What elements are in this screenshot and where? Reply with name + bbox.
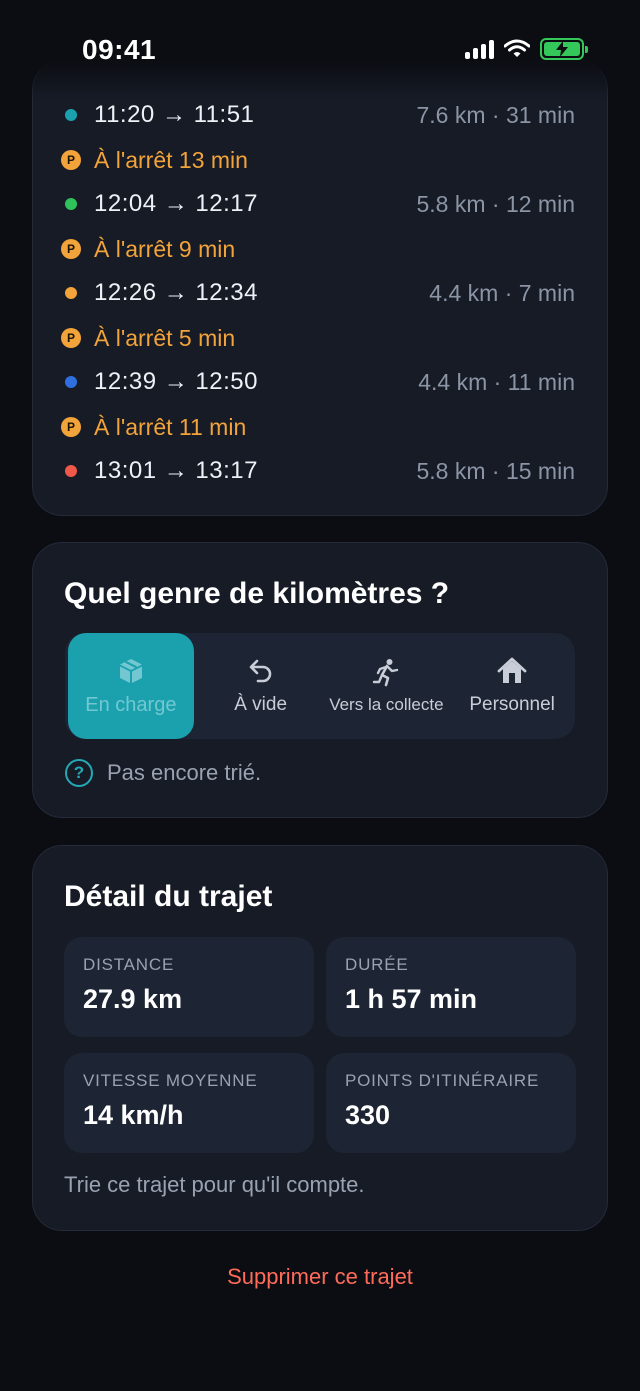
kind-option-personnel[interactable]: Personnel [449,633,575,739]
undo-arrow-icon [249,659,271,683]
segment-info: 5.8 km · 12 min [416,190,576,217]
segment-dot [65,198,77,210]
kind-title: Quel genre de kilomètres ? [64,577,450,610]
stop-text: À l'arrêt 9 min [94,235,236,262]
parking-icon: P [61,150,81,170]
kind-option-label: En charge [85,693,177,716]
kind-card: Quel genre de kilomètres ? En charge À v… [32,542,608,818]
segment-row[interactable]: 11:20 → 11:51 7.6 km · 31 min [61,95,575,135]
stat-value: 1 h 57 min [345,984,478,1014]
segment-time: 11:20 → 11:51 [94,101,255,128]
stop-row: P À l'arrêt 11 min [61,407,575,447]
trip-detail-card: Détail du trajet DISTANCE 27.9 km DURÉE … [32,845,608,1231]
stat-label: POINTS D'ITINÉRAIRE [345,1071,540,1090]
hint-text: Pas encore trié. [107,760,262,785]
status-bar: 09:41 [0,0,640,100]
stat-label: VITESSE MOYENNE [83,1071,258,1090]
segment-info: 4.4 km · 7 min [429,279,575,306]
segment-row[interactable]: 12:39 → 12:50 4.4 km · 11 min [61,362,575,402]
segment-time: 13:01 → 13:17 [94,457,258,484]
segment-dot [65,287,77,299]
kind-option-en-charge[interactable]: En charge [68,633,194,739]
question-circle-icon: ? [65,759,93,787]
detail-footer-text: Trie ce trajet pour qu'il compte. [64,1172,365,1197]
stat-value: 27.9 km [83,984,183,1014]
detail-title: Détail du trajet [64,880,273,913]
cellular-signal-icon [465,39,494,59]
runner-icon [373,659,399,687]
stat-label: DURÉE [345,955,409,974]
delete-trip-button[interactable]: Supprimer ce trajet [0,1264,640,1290]
stat-route-points: POINTS D'ITINÉRAIRE 330 [326,1053,576,1153]
battery-charging-icon [540,38,588,60]
stat-value: 14 km/h [83,1100,184,1130]
sort-hint: ? Pas encore trié. [65,759,261,787]
status-icons [465,38,588,60]
stat-duration: DURÉE 1 h 57 min [326,937,576,1037]
stop-text: À l'arrêt 11 min [94,413,247,440]
segment-info: 5.8 km · 15 min [416,457,576,484]
stop-row: P À l'arrêt 13 min [61,140,575,180]
kind-option-label: À vide [234,694,288,715]
segment-row[interactable]: 13:01 → 13:17 5.8 km · 15 min [61,451,575,491]
stat-value: 330 [345,1100,391,1130]
segment-dot [65,109,77,121]
segment-row[interactable]: 12:26 → 12:34 4.4 km · 7 min [61,273,575,313]
stop-text: À l'arrêt 5 min [94,324,236,351]
stat-distance: DISTANCE 27.9 km [64,937,314,1037]
segment-dot [65,376,77,388]
wifi-icon [504,39,530,57]
parking-icon: P [61,417,81,437]
segment-dot [65,465,77,477]
segment-row[interactable]: 12:04 → 12:17 5.8 km · 12 min [61,184,575,224]
stat-average-speed: VITESSE MOYENNE 14 km/h [64,1053,314,1153]
status-time: 09:41 [82,34,157,65]
stop-row: P À l'arrêt 5 min [61,318,575,358]
segment-info: 7.6 km · 31 min [416,101,576,128]
stop-row: P À l'arrêt 9 min [61,229,575,269]
kind-option-a-vide[interactable]: À vide [198,633,324,739]
kind-option-vers-la-collecte[interactable]: Vers la collecte [324,633,450,739]
segment-info: 4.4 km · 11 min [418,368,575,395]
kind-option-label: Personnel [469,694,555,715]
segment-time: 12:26 → 12:34 [94,279,258,306]
kind-option-label: Vers la collecte [329,695,444,714]
segment-time: 12:39 → 12:50 [94,368,258,395]
stat-label: DISTANCE [83,955,175,974]
box-icon [119,658,142,683]
parking-icon: P [61,239,81,259]
segments-card: 11:20 → 11:51 7.6 km · 31 min P À l'arrê… [32,60,608,516]
segment-time: 12:04 → 12:17 [94,190,258,217]
house-icon [497,657,527,683]
parking-icon: P [61,328,81,348]
kind-segmented-control: En charge À vide Vers la collecte Person… [65,633,575,739]
stop-text: À l'arrêt 13 min [94,146,248,173]
